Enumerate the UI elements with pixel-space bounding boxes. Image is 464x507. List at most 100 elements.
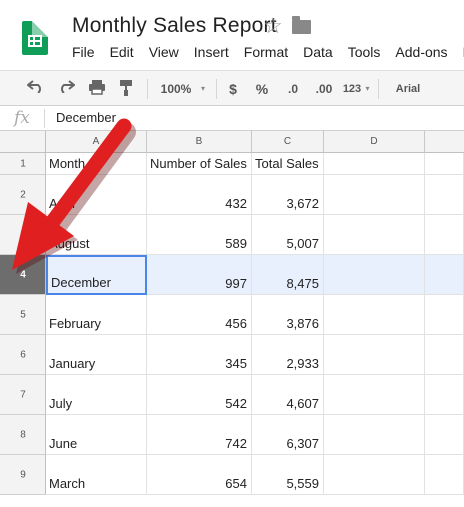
row-header-3[interactable]: 3	[0, 215, 46, 255]
cell-c9[interactable]: 5,559	[252, 455, 324, 495]
header-cell-b1[interactable]: Number of Sales	[147, 153, 252, 175]
paint-format-icon[interactable]	[116, 79, 136, 99]
row-number: 1	[20, 158, 26, 169]
cell-value: April	[49, 196, 76, 211]
cell-value: December	[51, 275, 111, 290]
zoom-dropdown-icon[interactable]: ▾	[197, 79, 209, 99]
cell-a3[interactable]: August	[46, 215, 147, 255]
cell-a7[interactable]: July	[46, 375, 147, 415]
currency-format-button[interactable]: $	[225, 79, 241, 99]
cell-e2[interactable]	[425, 175, 464, 215]
row-header-9[interactable]: 9	[0, 455, 46, 495]
cell-e8[interactable]	[425, 415, 464, 455]
cell-b3[interactable]: 589	[147, 215, 252, 255]
select-all-corner[interactable]	[0, 131, 46, 153]
cell-d6[interactable]	[324, 335, 425, 375]
cell-a9[interactable]: March	[46, 455, 147, 495]
row-header-4[interactable]: 4	[0, 255, 46, 295]
column-header-e[interactable]	[425, 131, 464, 153]
menu-addons[interactable]: Add-ons	[395, 44, 447, 62]
cell-d9[interactable]	[324, 455, 425, 495]
spreadsheet-grid[interactable]: A B C D 1 Month Number of Sales Total Sales…	[0, 131, 464, 507]
cell-b4[interactable]: 997	[147, 255, 252, 295]
cell-c8[interactable]: 6,307	[252, 415, 324, 455]
zoom-select[interactable]: 100%	[156, 79, 196, 99]
more-formats-dropdown-icon[interactable]: ▾	[363, 79, 372, 99]
print-icon[interactable]	[86, 79, 108, 99]
cell-a8[interactable]: June	[46, 415, 147, 455]
cell-c4[interactable]: 8,475	[252, 255, 324, 295]
decrease-decimal-button[interactable]: .0	[282, 79, 304, 99]
header-cell-a1[interactable]: Month	[46, 153, 147, 175]
cell-b6[interactable]: 345	[147, 335, 252, 375]
row-header-7[interactable]: 7	[0, 375, 46, 415]
cell-c6[interactable]: 2,933	[252, 335, 324, 375]
cell-b7[interactable]: 542	[147, 375, 252, 415]
document-title[interactable]: Monthly Sales Report	[72, 14, 277, 38]
cell-e5[interactable]	[425, 295, 464, 335]
cell-d4[interactable]	[324, 255, 425, 295]
menu-view[interactable]: View	[149, 44, 179, 62]
row-number: 7	[20, 389, 26, 400]
cell-c2[interactable]: 3,672	[252, 175, 324, 215]
cell-c3[interactable]: 5,007	[252, 215, 324, 255]
cell-value: June	[49, 436, 78, 451]
cell-e3[interactable]	[425, 215, 464, 255]
menu-file[interactable]: File	[72, 44, 95, 62]
font-family-select[interactable]: Arial	[390, 79, 426, 99]
cell-value: 589	[225, 236, 247, 251]
folder-icon[interactable]	[292, 16, 311, 34]
column-header-c[interactable]: C	[252, 131, 324, 153]
cell-value: 345	[225, 356, 247, 371]
cell-b2[interactable]: 432	[147, 175, 252, 215]
cell-a5[interactable]: February	[46, 295, 147, 335]
cell-a2[interactable]: April	[46, 175, 147, 215]
cell-d8[interactable]	[324, 415, 425, 455]
cell-value: Total Sales	[255, 156, 319, 171]
header-cell-d1[interactable]	[324, 153, 425, 175]
cell-a4[interactable]: December	[46, 255, 147, 295]
header-cell-c1[interactable]: Total Sales	[252, 153, 324, 175]
row-header-2[interactable]: 2	[0, 175, 46, 215]
cell-value: Number of Sales	[150, 156, 247, 171]
cell-value: August	[49, 236, 90, 251]
header-cell-e1[interactable]	[425, 153, 464, 175]
cell-e7[interactable]	[425, 375, 464, 415]
column-header-b[interactable]: B	[147, 131, 252, 153]
column-header-a[interactable]: A	[46, 131, 147, 153]
row-header-6[interactable]: 6	[0, 335, 46, 375]
cell-b9[interactable]: 654	[147, 455, 252, 495]
cell-e9[interactable]	[425, 455, 464, 495]
menu-tools[interactable]: Tools	[348, 44, 381, 62]
cell-d7[interactable]	[324, 375, 425, 415]
cell-d5[interactable]	[324, 295, 425, 335]
formula-input[interactable]: December	[56, 110, 116, 125]
cell-b5[interactable]: 456	[147, 295, 252, 335]
cell-e6[interactable]	[425, 335, 464, 375]
cell-c5[interactable]: 3,876	[252, 295, 324, 335]
menu-format[interactable]: Format	[244, 44, 288, 62]
row-header-1[interactable]: 1	[0, 153, 46, 175]
undo-icon[interactable]	[26, 79, 46, 99]
more-formats-button[interactable]: 123	[341, 79, 363, 99]
star-icon[interactable]: ☆	[263, 15, 283, 37]
cell-d2[interactable]	[324, 175, 425, 215]
menu-insert[interactable]: Insert	[194, 44, 229, 62]
cell-a6[interactable]: January	[46, 335, 147, 375]
cell-value: 997	[225, 276, 247, 291]
cell-b8[interactable]: 742	[147, 415, 252, 455]
menu-data[interactable]: Data	[303, 44, 333, 62]
cell-d3[interactable]	[324, 215, 425, 255]
cell-e4[interactable]	[425, 255, 464, 295]
cell-c7[interactable]: 4,607	[252, 375, 324, 415]
row-header-5[interactable]: 5	[0, 295, 46, 335]
column-header-d[interactable]: D	[324, 131, 425, 153]
redo-icon[interactable]	[56, 79, 76, 99]
increase-decimal-button[interactable]: .00	[311, 79, 337, 99]
row-header-8[interactable]: 8	[0, 415, 46, 455]
menu-edit[interactable]: Edit	[110, 44, 134, 62]
google-sheets-logo-icon[interactable]	[22, 21, 48, 55]
percent-format-button[interactable]: %	[253, 79, 271, 99]
row-number: 2	[20, 189, 26, 200]
row-number: 5	[20, 309, 26, 320]
